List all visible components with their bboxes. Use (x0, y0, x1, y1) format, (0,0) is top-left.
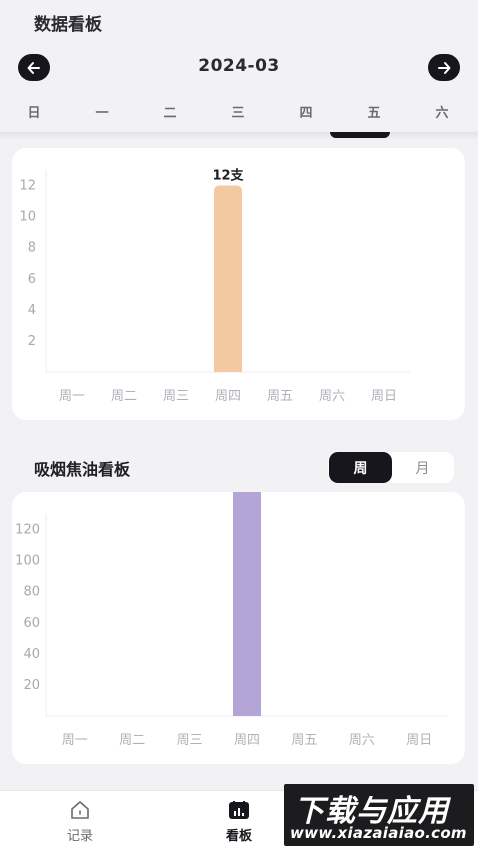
x-tick-label: 周日 (406, 733, 432, 748)
cigarette-chart-card: 2 4 6 8 10 12 周一 周二 周三 周四 12支周五 周六 周日 (12, 148, 465, 420)
weekday-sun: 日 (27, 106, 41, 121)
bar-value-label: 12支 (212, 168, 244, 184)
x-tick-label: 周一 (62, 733, 88, 748)
x-tick-label: 周六 (349, 733, 375, 748)
x-tick-label: 周三 (163, 389, 189, 404)
x-tick-label: 周日 (371, 389, 397, 404)
home-icon (71, 801, 89, 819)
tab-dashboard[interactable]: 看板 (199, 799, 279, 849)
y-tick-label: 2 (28, 334, 36, 349)
y-tick-label: 12 (19, 179, 36, 194)
calendar-divider (0, 132, 478, 140)
x-tick-label: 周二 (119, 733, 145, 748)
x-tick-label: 周五 (291, 733, 317, 748)
weekday-tue: 二 (163, 106, 177, 121)
dashboard-icon (229, 801, 249, 819)
toggle-month-option[interactable]: 月 (391, 452, 454, 483)
weekday-fri: 五 (367, 106, 381, 121)
weekday-sat: 六 (435, 106, 449, 121)
y-tick-label: 10 (19, 210, 36, 225)
tar-section-title: 吸烟焦油看板 (34, 460, 131, 479)
arrow-right-icon (438, 61, 451, 74)
x-tick-label: 周三 (177, 733, 203, 748)
bar[interactable] (214, 185, 242, 372)
y-tick-label: 6 (28, 272, 36, 287)
period-toggle: 周 月 (328, 452, 454, 483)
watermark-logo: 下载与应用 www.xiazaiaiao.com (284, 784, 474, 846)
y-tick-label: 20 (23, 678, 40, 693)
y-tick-label: 8 (28, 241, 36, 256)
watermark-url: www.xiazaiaiao.com (290, 824, 467, 842)
page-title: 数据看板 (34, 15, 102, 35)
toggle-peek (330, 132, 390, 138)
x-tick-label: 周五 (267, 389, 293, 404)
x-tick-label: 周四 (234, 733, 260, 748)
x-tick-label: 周一 (59, 389, 85, 404)
y-tick-label: 100 (15, 554, 40, 569)
month-navigator: 2024-03 (0, 50, 478, 86)
cigarette-count-chart: 2 4 6 8 10 12 周一 周二 周三 周四 12支周五 周六 周日 (19, 168, 410, 404)
weekday-mon: 一 (95, 106, 109, 121)
weekday-header: 日 一 二 三 四 五 六 (0, 102, 478, 124)
y-tick-label: 4 (28, 303, 36, 318)
next-month-button[interactable] (428, 54, 460, 81)
x-tick-label: 周二 (111, 389, 137, 404)
tar-chart: 20406080100120周一周二周三周四1200.0mg周五周六周日 (15, 492, 448, 748)
y-tick-label: 80 (23, 585, 40, 600)
tab-dashboard-label: 看板 (225, 829, 252, 844)
bar[interactable] (233, 492, 261, 716)
x-tick-label: 周六 (319, 389, 345, 404)
y-tick-label: 40 (23, 647, 40, 662)
tab-record-label: 记录 (66, 829, 93, 844)
y-tick-label: 120 (15, 523, 40, 538)
toggle-week-option[interactable]: 周 (329, 452, 392, 483)
tab-record[interactable]: 记录 (40, 799, 120, 849)
x-tick-label: 周四 (215, 389, 241, 404)
weekday-wed: 三 (231, 106, 245, 121)
weekday-thu: 四 (299, 106, 313, 121)
tar-chart-card: 20406080100120周一周二周三周四1200.0mg周五周六周日 (12, 492, 465, 764)
y-tick-label: 60 (23, 616, 40, 631)
current-month-label: 2024-03 (198, 56, 280, 76)
